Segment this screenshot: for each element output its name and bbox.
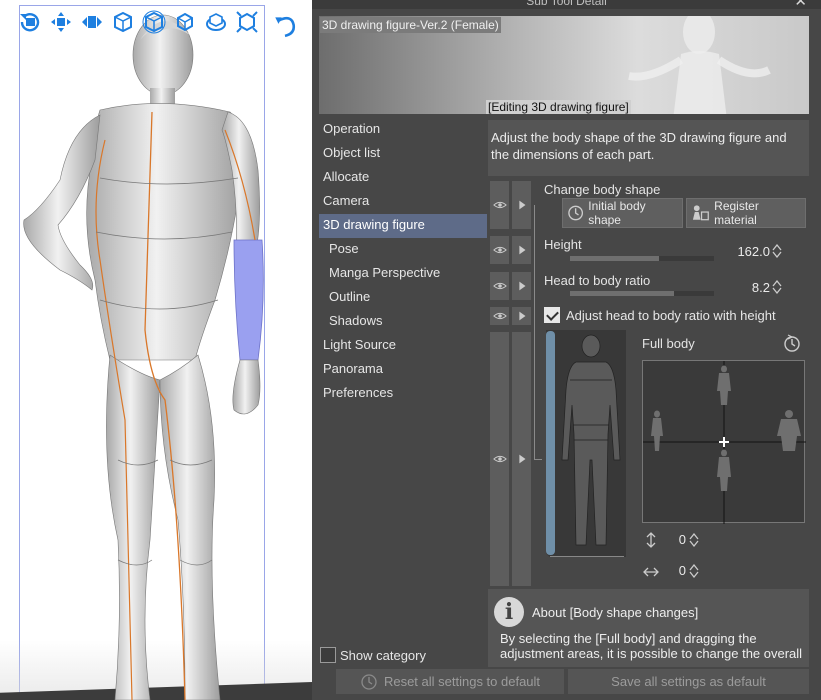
adjust-ratio-label: Adjust head to body ratio with height	[566, 307, 776, 323]
height-slider-fill	[570, 256, 660, 261]
object-move-icon[interactable]	[234, 9, 260, 35]
full-body-selection-bar[interactable]	[546, 331, 555, 555]
editing-label: [Editing 3D drawing figure]	[486, 100, 631, 114]
height-label: Height	[544, 237, 582, 252]
body-shape-grid[interactable]	[642, 360, 806, 524]
expand-arrow-adjust[interactable]	[512, 307, 531, 325]
register-material-button[interactable]: Register material	[686, 198, 806, 228]
reset-all-icon	[361, 673, 377, 690]
window-title: Sub Tool Detail	[312, 0, 821, 9]
3d-figure[interactable]	[0, 0, 312, 700]
info-icon: i	[494, 597, 524, 627]
object-rotate-icon[interactable]	[110, 9, 136, 35]
description: Adjust the body shape of the 3D drawing …	[488, 120, 809, 176]
body-shape-grid-figures	[643, 361, 806, 524]
sub-tool-detail-panel: Sub Tool Detail ✕ 3D drawing figure-Ver.…	[312, 0, 821, 700]
category-item-pose[interactable]: Pose	[319, 238, 487, 262]
reset-icon	[568, 205, 584, 221]
camera-pan-icon[interactable]	[48, 9, 74, 35]
full-body-label: Full body	[642, 336, 695, 351]
initial-body-shape-button[interactable]: Initial body shape	[562, 198, 683, 228]
head-body-ratio-slider[interactable]	[570, 291, 714, 296]
category-item-light-source[interactable]: Light Source	[319, 334, 487, 358]
reset-full-body-icon[interactable]	[782, 333, 802, 353]
horizontal-offset-icon	[643, 567, 659, 577]
height-value[interactable]: 162.0	[716, 244, 770, 259]
eye-toggle-height[interactable]	[490, 236, 509, 264]
camera-rotate-icon[interactable]	[17, 9, 43, 35]
vertical-offset-value[interactable]: 0	[662, 532, 686, 547]
adjust-ratio-checkmark	[544, 307, 560, 323]
eye-toggle-adjust[interactable]	[490, 307, 509, 325]
category-item-allocate[interactable]: Allocate	[319, 166, 487, 190]
save-all-label: Save all settings as default	[611, 674, 766, 689]
expand-arrow-ratio[interactable]	[512, 272, 531, 300]
expand-arrow-full-body[interactable]	[512, 332, 531, 586]
eye-toggle-body-shape[interactable]	[490, 181, 509, 229]
initial-body-shape-label: Initial body shape	[588, 199, 646, 227]
body-silhouette-icon	[550, 334, 624, 557]
ratio-spinner-icon[interactable]	[772, 280, 782, 294]
category-item-3d-drawing-figure[interactable]: 3D drawing figure	[319, 214, 487, 238]
body-part-selector[interactable]	[546, 330, 626, 557]
register-material-label: Register material	[714, 199, 759, 227]
panel-scrollbar[interactable]	[809, 180, 821, 667]
horizontal-offset-value[interactable]: 0	[662, 563, 686, 578]
camera-move-icon[interactable]	[79, 9, 105, 35]
horizontal-offset-spinner-icon[interactable]	[689, 564, 699, 578]
category-item-camera[interactable]: Camera	[319, 190, 487, 214]
eye-toggle-full-body[interactable]	[490, 332, 509, 586]
category-item-panorama[interactable]: Panorama	[319, 358, 487, 382]
category-item-operation[interactable]: Operation	[319, 118, 487, 142]
category-list: Operation Object list Allocate Camera 3D dra…	[319, 118, 487, 406]
head-body-ratio-label: Head to body ratio	[544, 273, 651, 288]
eye-toggle-ratio[interactable]	[490, 272, 509, 300]
3d-canvas[interactable]	[0, 0, 312, 700]
save-all-button[interactable]: Save all settings as default	[568, 669, 809, 694]
category-item-preferences[interactable]: Preferences	[319, 382, 487, 406]
preview-figure-name: 3D drawing figure-Ver.2 (Female)	[320, 17, 501, 33]
show-category-box	[320, 647, 336, 663]
change-body-shape-label: Change body shape	[544, 182, 661, 197]
show-category-label: Show category	[340, 647, 426, 663]
vertical-offset-spinner-icon[interactable]	[689, 533, 699, 547]
camera-toolbar	[17, 9, 260, 35]
register-material-icon	[692, 205, 709, 221]
footer-bar: Reset all settings to default Save all s…	[312, 667, 821, 700]
height-spinner-icon[interactable]	[772, 244, 782, 258]
adjust-ratio-checkbox[interactable]: Adjust head to body ratio with height	[544, 307, 776, 323]
reset-all-label: Reset all settings to default	[383, 674, 541, 689]
about-title: About [Body shape changes]	[532, 605, 699, 620]
close-button[interactable]: ✕	[794, 0, 807, 10]
object-pan-icon[interactable]	[203, 9, 229, 35]
category-item-shadows[interactable]: Shadows	[319, 310, 487, 334]
undo-icon[interactable]	[272, 12, 298, 38]
category-item-manga-perspective[interactable]: Manga Perspective	[319, 262, 487, 286]
vertical-offset-icon	[646, 532, 656, 548]
expand-arrow-body-shape[interactable]	[512, 181, 531, 229]
object-rotate-alt-icon[interactable]	[141, 9, 167, 35]
expand-arrow-height[interactable]	[512, 236, 531, 264]
reset-all-button[interactable]: Reset all settings to default	[336, 669, 564, 694]
category-item-outline[interactable]: Outline	[319, 286, 487, 310]
category-item-object-list[interactable]: Object list	[319, 142, 487, 166]
ratio-slider-fill	[570, 291, 674, 296]
group-bracket	[534, 205, 542, 460]
head-body-ratio-value[interactable]: 8.2	[716, 280, 770, 295]
object-rotate-3d-icon[interactable]	[172, 9, 198, 35]
height-slider[interactable]	[570, 256, 714, 261]
show-category-checkbox[interactable]: Show category	[320, 647, 426, 663]
about-body: By selecting the [Full body] and draggin…	[500, 631, 803, 661]
